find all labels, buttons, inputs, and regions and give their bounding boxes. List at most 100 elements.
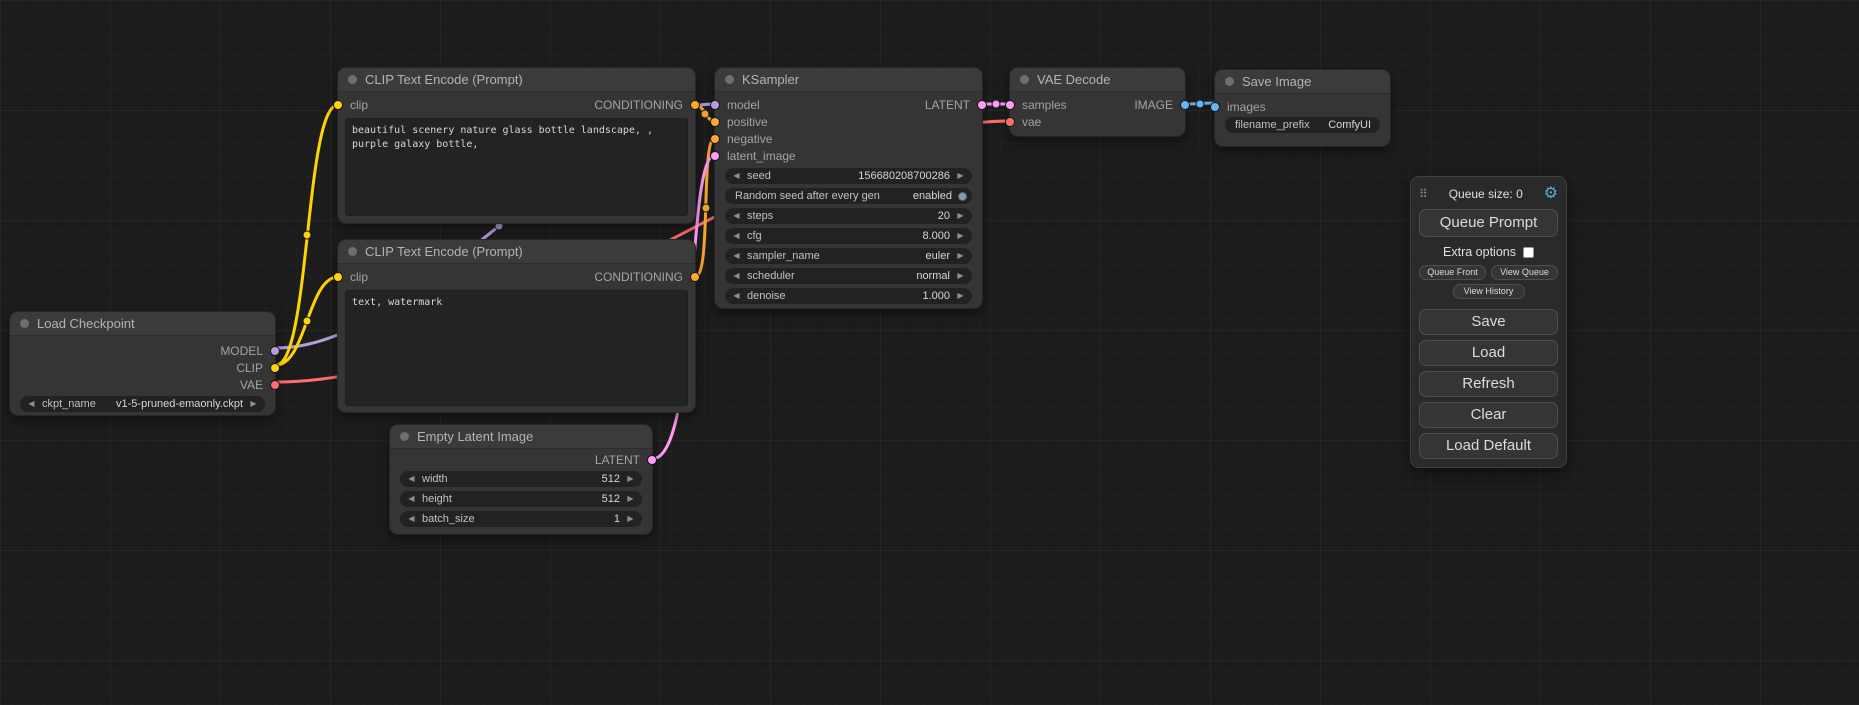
node-collapse-dot[interactable] xyxy=(1225,77,1234,86)
widget-value: euler xyxy=(926,250,950,262)
widget-increment-icon[interactable] xyxy=(956,248,965,264)
widget-cfg[interactable]: cfg 8.000 xyxy=(725,228,972,244)
input-slot-label: samples xyxy=(1022,98,1067,112)
view-queue-button[interactable]: View Queue xyxy=(1491,265,1558,280)
widget-batch-size[interactable]: batch_size 1 xyxy=(400,511,642,527)
widget-value: v1-5-pruned-emaonly.ckpt xyxy=(116,398,243,410)
widget-decrement-icon[interactable] xyxy=(407,471,416,487)
node-empty-latent-image[interactable]: Empty Latent Image LATENT width 512 heig… xyxy=(390,425,652,534)
extra-options-checkbox[interactable] xyxy=(1523,247,1534,258)
widget-decrement-icon[interactable] xyxy=(27,396,36,412)
widget-increment-icon[interactable] xyxy=(956,168,965,184)
input-port-images[interactable] xyxy=(1210,102,1220,112)
node-title: VAE Decode xyxy=(1037,72,1110,87)
comfyui-canvas[interactable]: { "type_colors": { "MODEL": "#B39DDB", "… xyxy=(0,0,1859,705)
output-port-vae[interactable] xyxy=(270,380,280,390)
widget-control-after-generate[interactable]: Random seed after every gen enabled xyxy=(725,188,972,204)
widget-increment-icon[interactable] xyxy=(956,268,965,284)
node-title: Load Checkpoint xyxy=(37,316,135,331)
widget-decrement-icon[interactable] xyxy=(732,268,741,284)
input-slot-label: clip xyxy=(350,270,368,284)
node-collapse-dot[interactable] xyxy=(400,432,409,441)
output-port-conditioning[interactable] xyxy=(690,272,700,282)
node-clip-text-encode-negative[interactable]: CLIP Text Encode (Prompt) clip CONDITION… xyxy=(338,240,695,412)
output-slot-label: LATENT xyxy=(925,98,970,112)
widget-width[interactable]: width 512 xyxy=(400,471,642,487)
output-port-image[interactable] xyxy=(1180,100,1190,110)
widget-seed[interactable]: seed 156680208700286 xyxy=(725,168,972,184)
output-port-conditioning[interactable] xyxy=(690,100,700,110)
widget-decrement-icon[interactable] xyxy=(407,511,416,527)
input-port-samples[interactable] xyxy=(1005,100,1015,110)
node-collapse-dot[interactable] xyxy=(20,319,29,328)
widget-increment-icon[interactable] xyxy=(626,491,635,507)
queue-prompt-button[interactable]: Queue Prompt xyxy=(1419,209,1558,237)
widget-steps[interactable]: steps 20 xyxy=(725,208,972,224)
widget-increment-icon[interactable] xyxy=(956,208,965,224)
node-collapse-dot[interactable] xyxy=(1020,75,1029,84)
widget-value: 512 xyxy=(602,493,620,505)
widget-label: Random seed after every gen xyxy=(735,190,880,202)
output-port-model[interactable] xyxy=(270,346,280,356)
widget-increment-icon[interactable] xyxy=(249,396,258,412)
node-title: CLIP Text Encode (Prompt) xyxy=(365,72,523,87)
widget-height[interactable]: height 512 xyxy=(400,491,642,507)
node-ksampler[interactable]: KSampler model LATENT positive negative … xyxy=(715,68,982,308)
node-collapse-dot[interactable] xyxy=(725,75,734,84)
widget-increment-icon[interactable] xyxy=(956,288,965,304)
node-header[interactable]: CLIP Text Encode (Prompt) xyxy=(338,240,695,264)
input-port-vae[interactable] xyxy=(1005,117,1015,127)
output-port-latent[interactable] xyxy=(647,455,657,465)
node-clip-text-encode-positive[interactable]: CLIP Text Encode (Prompt) clip CONDITION… xyxy=(338,68,695,223)
widget-filename-prefix[interactable]: filename_prefix ComfyUI xyxy=(1225,117,1380,133)
drag-handle-icon[interactable] xyxy=(1419,185,1428,203)
node-header[interactable]: CLIP Text Encode (Prompt) xyxy=(338,68,695,92)
widget-scheduler[interactable]: scheduler normal xyxy=(725,268,972,284)
input-port-model[interactable] xyxy=(710,100,720,110)
widget-sampler-name[interactable]: sampler_name euler xyxy=(725,248,972,264)
save-button[interactable]: Save xyxy=(1419,309,1558,335)
queue-buttons-row: Queue Front View Queue xyxy=(1419,265,1558,280)
input-port-latent-image[interactable] xyxy=(710,151,720,161)
node-header[interactable]: KSampler xyxy=(715,68,982,92)
widget-decrement-icon[interactable] xyxy=(407,491,416,507)
prompt-textarea[interactable]: beautiful scenery nature glass bottle la… xyxy=(345,118,688,216)
widget-value: 156680208700286 xyxy=(858,170,950,182)
widget-decrement-icon[interactable] xyxy=(732,208,741,224)
node-header[interactable]: Save Image xyxy=(1215,70,1390,94)
widget-decrement-icon[interactable] xyxy=(732,248,741,264)
node-header[interactable]: Empty Latent Image xyxy=(390,425,652,449)
node-load-checkpoint[interactable]: Load Checkpoint MODEL CLIP VAE ckpt_name… xyxy=(10,312,275,415)
widget-decrement-icon[interactable] xyxy=(732,228,741,244)
node-save-image[interactable]: Save Image images filename_prefix ComfyU… xyxy=(1215,70,1390,146)
gear-icon[interactable] xyxy=(1544,185,1558,203)
node-header[interactable]: Load Checkpoint xyxy=(10,312,275,336)
toggle-dot-icon[interactable] xyxy=(958,192,967,201)
input-port-clip[interactable] xyxy=(333,100,343,110)
slot-row: images xyxy=(1215,98,1390,115)
node-vae-decode[interactable]: VAE Decode samples IMAGE vae xyxy=(1010,68,1185,136)
view-history-button[interactable]: View History xyxy=(1453,284,1525,299)
widget-denoise[interactable]: denoise 1.000 xyxy=(725,288,972,304)
clear-button[interactable]: Clear xyxy=(1419,402,1558,428)
input-port-positive[interactable] xyxy=(710,117,720,127)
refresh-button[interactable]: Refresh xyxy=(1419,371,1558,397)
widget-decrement-icon[interactable] xyxy=(732,168,741,184)
node-header[interactable]: VAE Decode xyxy=(1010,68,1185,92)
output-port-clip[interactable] xyxy=(270,363,280,373)
widget-increment-icon[interactable] xyxy=(626,471,635,487)
node-collapse-dot[interactable] xyxy=(348,247,357,256)
load-default-button[interactable]: Load Default xyxy=(1419,433,1558,459)
queue-front-button[interactable]: Queue Front xyxy=(1419,265,1486,280)
widget-decrement-icon[interactable] xyxy=(732,288,741,304)
load-button[interactable]: Load xyxy=(1419,340,1558,366)
input-port-negative[interactable] xyxy=(710,134,720,144)
prompt-textarea[interactable]: text, watermark xyxy=(345,290,688,406)
output-port-latent[interactable] xyxy=(977,100,987,110)
node-collapse-dot[interactable] xyxy=(348,75,357,84)
widget-increment-icon[interactable] xyxy=(626,511,635,527)
input-port-clip[interactable] xyxy=(333,272,343,282)
widget-increment-icon[interactable] xyxy=(956,228,965,244)
queue-size-label: Queue size: 0 xyxy=(1428,187,1544,201)
widget-ckpt-name[interactable]: ckpt_name v1-5-pruned-emaonly.ckpt xyxy=(20,396,265,412)
